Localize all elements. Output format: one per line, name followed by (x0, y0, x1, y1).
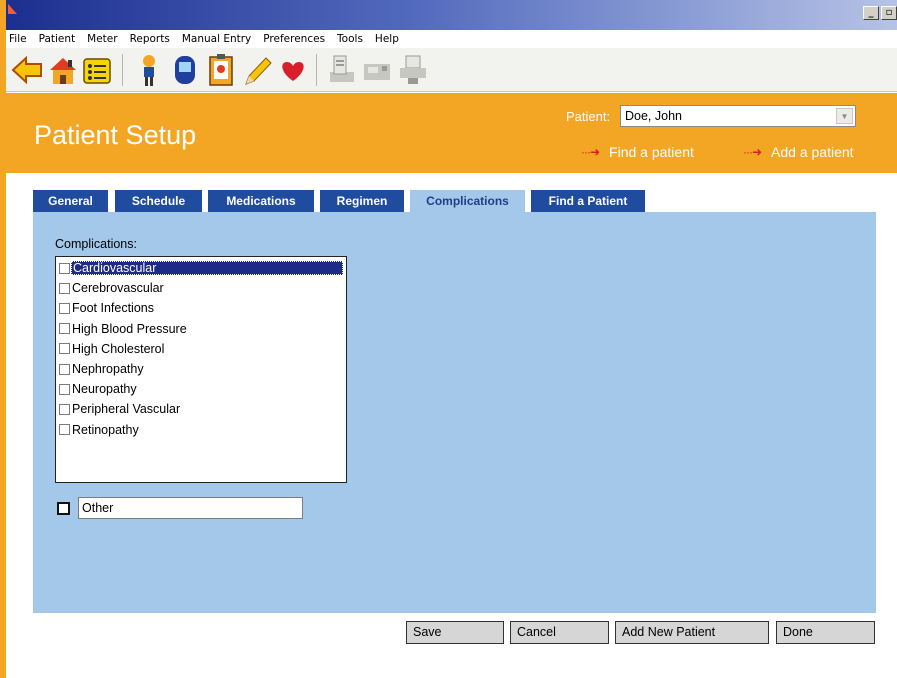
list-item[interactable]: Foot Infections (56, 298, 346, 318)
tab-complications[interactable]: Complications (410, 190, 525, 213)
checkbox[interactable] (59, 363, 70, 375)
checkbox[interactable] (59, 403, 70, 415)
other-field[interactable]: Other (78, 497, 303, 519)
minimize-button[interactable]: _ (863, 6, 879, 20)
patient-select[interactable]: Doe, John ▼ (620, 105, 856, 127)
list-item-label: High Cholesterol (72, 341, 165, 356)
chevron-down-icon[interactable]: ▼ (836, 108, 853, 124)
tab-find-a-patient[interactable]: Find a Patient (531, 190, 645, 212)
arrow-right-icon: ···➜ (581, 145, 600, 159)
list-item-label: High Blood Pressure (72, 321, 187, 336)
list-item-label: Foot Infections (72, 301, 154, 316)
back-arrow-icon[interactable] (10, 52, 44, 88)
list-item-label: Cerebrovascular (72, 281, 164, 296)
page-header: Patient Setup Patient: Doe, John ▼ ···➜ … (6, 93, 897, 173)
cancel-button[interactable]: Cancel (510, 621, 609, 644)
menu-file[interactable]: File (6, 33, 33, 45)
checkbox[interactable] (59, 323, 70, 335)
tab-regimen[interactable]: Regimen (320, 190, 404, 212)
menu-patient[interactable]: Patient (33, 33, 82, 45)
pencil-icon[interactable] (240, 52, 274, 88)
list-item[interactable]: High Cholesterol (56, 339, 346, 359)
list-icon[interactable] (80, 52, 114, 88)
menu-tools[interactable]: Tools (331, 33, 369, 45)
list-item-label: Neuropathy (72, 382, 137, 397)
checkbox[interactable] (59, 343, 70, 355)
list-item-label: Cardiovascular (71, 261, 343, 276)
add-new-patient-button[interactable]: Add New Patient (615, 621, 769, 644)
done-button[interactable]: Done (776, 621, 875, 644)
clipboard-icon[interactable] (204, 52, 238, 88)
toolbar (6, 48, 897, 92)
other-row: Other (57, 497, 303, 519)
tab-general[interactable]: General (33, 190, 108, 212)
menu-help[interactable]: Help (369, 33, 405, 45)
save-button[interactable]: Save (406, 621, 504, 644)
checkbox[interactable] (59, 424, 70, 436)
add-patient-label: Add a patient (771, 144, 854, 160)
menu-meter[interactable]: Meter (81, 33, 123, 45)
download-device-icon[interactable] (324, 52, 358, 88)
app-icon (8, 4, 17, 14)
title-bar[interactable]: _ ▫ (6, 0, 897, 30)
list-item[interactable]: High Blood Pressure (56, 319, 346, 339)
menu-bar: File Patient Meter Reports Manual Entry … (6, 30, 897, 48)
checkbox[interactable] (59, 262, 70, 274)
list-item[interactable]: Cardiovascular (56, 258, 346, 278)
complications-list[interactable]: Cardiovascular Cerebrovascular Foot Infe… (55, 256, 347, 483)
toolbar-separator (316, 54, 317, 86)
list-item-label: Peripheral Vascular (72, 402, 181, 417)
meter-device-icon[interactable] (168, 52, 202, 88)
heart-icon[interactable] (276, 52, 310, 88)
list-item-label: Nephropathy (72, 362, 144, 377)
checkbox[interactable] (59, 383, 70, 395)
other-checkbox[interactable] (57, 501, 70, 515)
window-controls: _ ▫ (861, 6, 897, 20)
list-item[interactable]: Retinopathy (56, 420, 346, 440)
find-patient-link[interactable]: ···➜ Find a patient (581, 144, 694, 160)
patient-label: Patient: (566, 109, 611, 124)
menu-preferences[interactable]: Preferences (257, 33, 331, 45)
restore-button[interactable]: ▫ (881, 6, 897, 20)
list-item-label: Retinopathy (72, 422, 139, 437)
pump-device-icon[interactable] (360, 52, 394, 88)
list-item[interactable]: Cerebrovascular (56, 278, 346, 298)
tab-schedule[interactable]: Schedule (115, 190, 202, 212)
find-patient-label: Find a patient (609, 144, 694, 160)
person-icon[interactable] (132, 52, 166, 88)
patient-select-value: Doe, John (625, 109, 682, 123)
list-item[interactable]: Peripheral Vascular (56, 399, 346, 419)
checkbox[interactable] (59, 282, 70, 294)
home-icon[interactable] (46, 52, 80, 88)
checkbox[interactable] (59, 302, 70, 314)
complications-panel: Complications: Cardiovascular Cerebrovas… (33, 212, 876, 613)
menu-manual-entry[interactable]: Manual Entry (176, 33, 257, 45)
add-patient-link[interactable]: ···➜ Add a patient (743, 144, 854, 160)
printer-device-icon[interactable] (396, 52, 430, 88)
page-title: Patient Setup (34, 120, 197, 150)
list-item[interactable]: Nephropathy (56, 359, 346, 379)
menu-reports[interactable]: Reports (124, 33, 176, 45)
toolbar-separator (122, 54, 123, 86)
arrow-right-icon: ···➜ (743, 145, 762, 159)
tab-medications[interactable]: Medications (208, 190, 314, 212)
complications-label: Complications: (55, 237, 137, 251)
list-item[interactable]: Neuropathy (56, 379, 346, 399)
